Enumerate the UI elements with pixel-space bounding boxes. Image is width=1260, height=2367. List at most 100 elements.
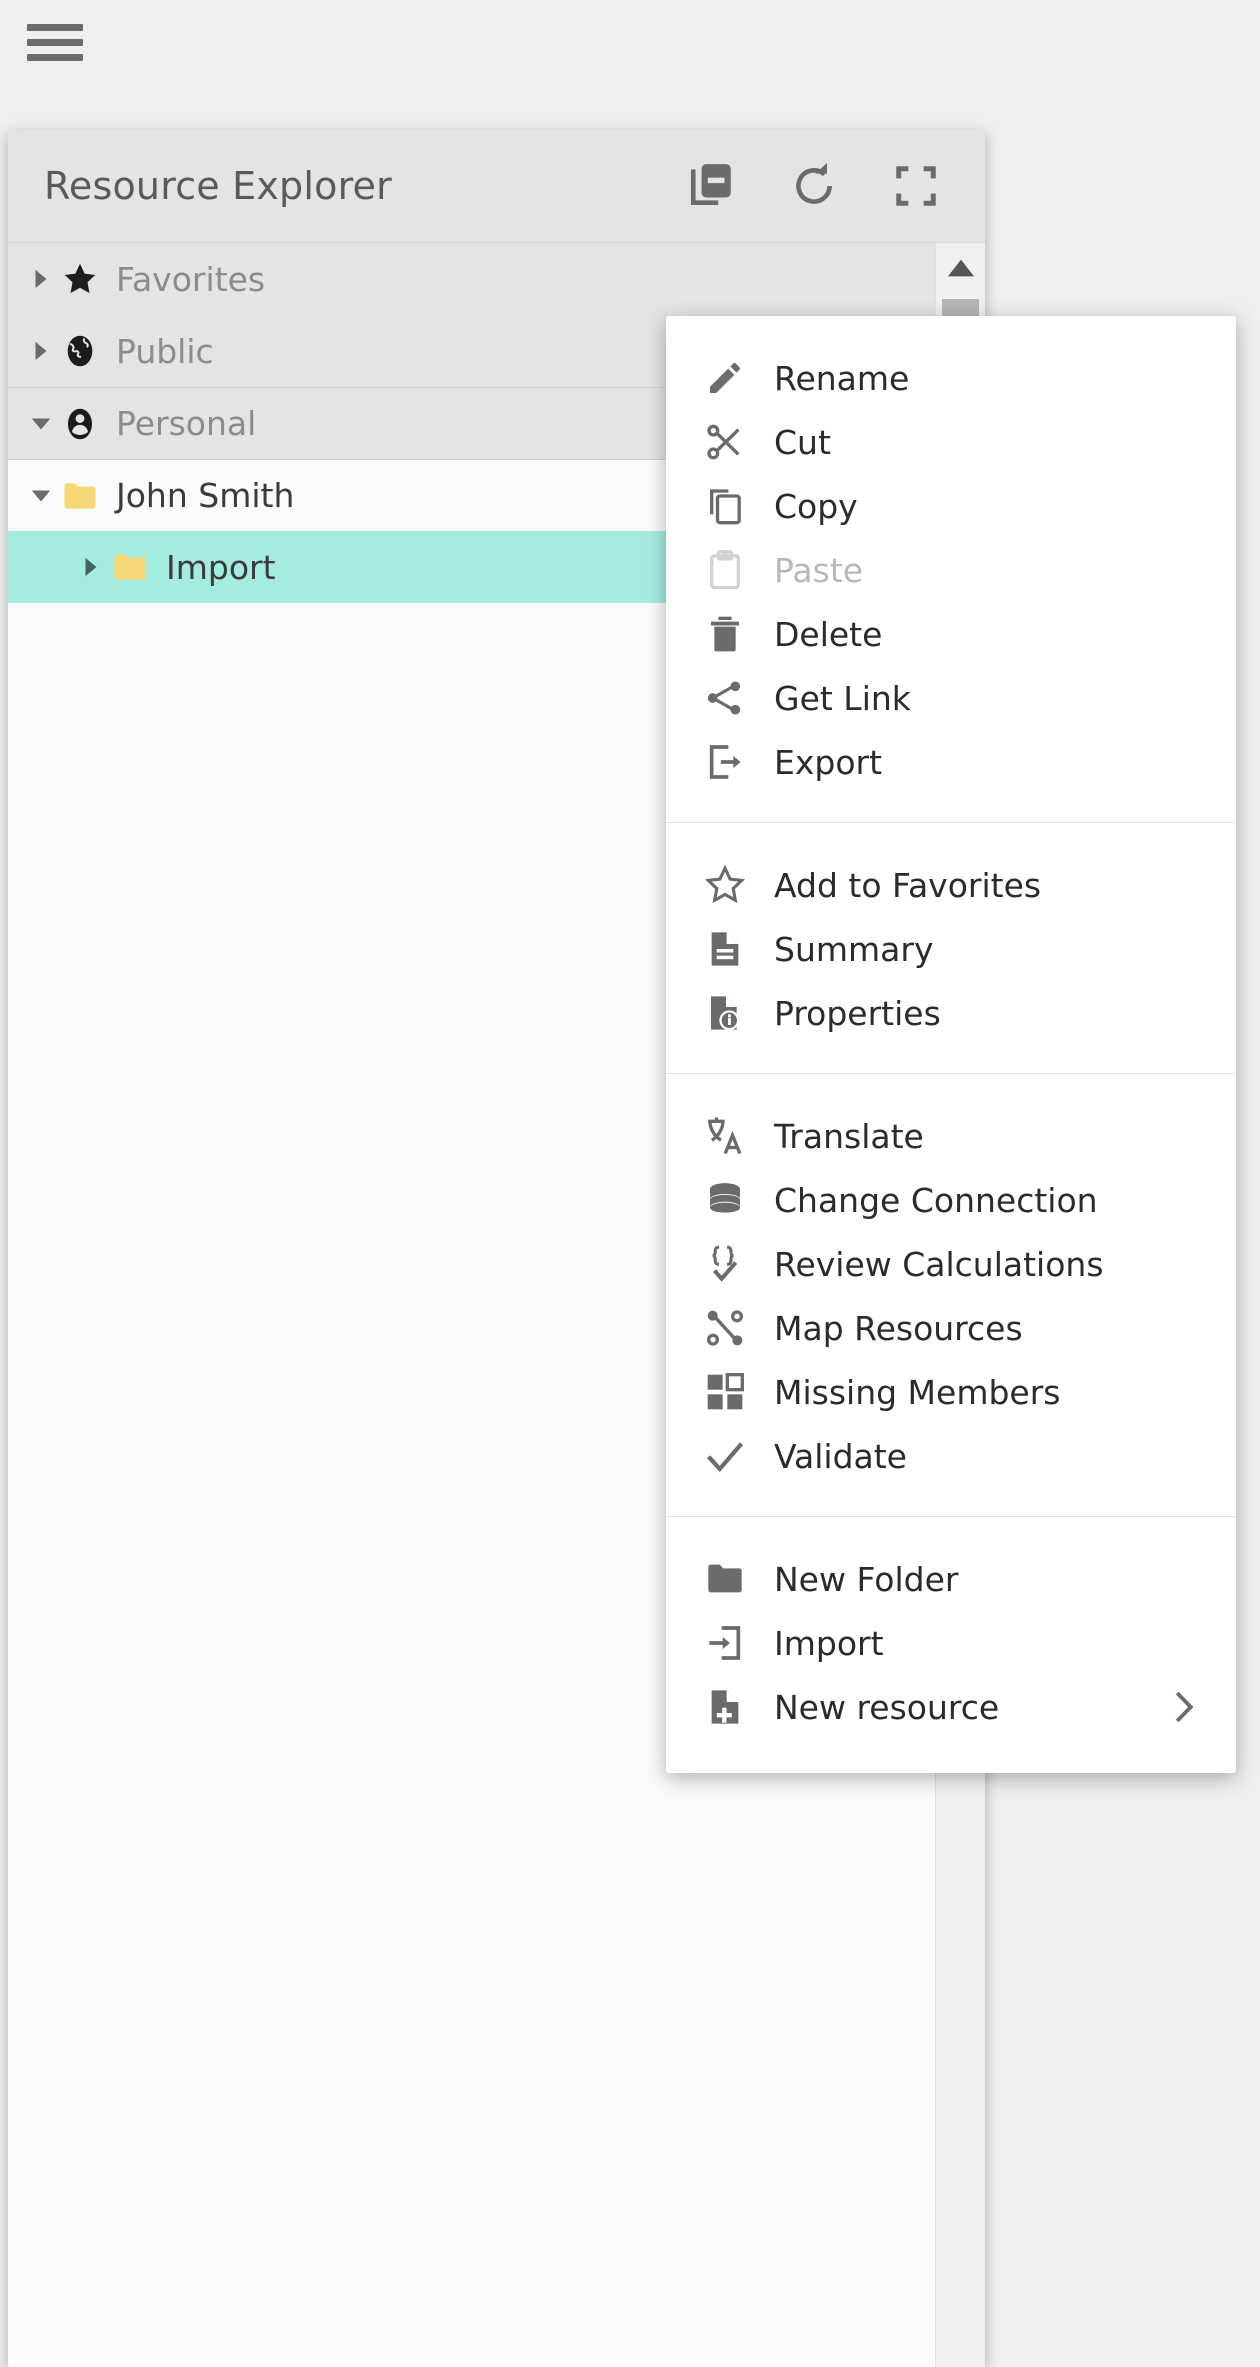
scroll-up-arrow-icon: [947, 259, 974, 277]
export-icon: [702, 739, 748, 785]
menu-item-missing-members[interactable]: Missing Members: [666, 1360, 1236, 1424]
menu-item-add-to-favorites[interactable]: Add to Favorites: [666, 853, 1236, 917]
menu-item-copy[interactable]: Copy: [666, 474, 1236, 538]
document-plus-icon: [702, 1684, 748, 1730]
menu-item-label: Validate: [774, 1436, 907, 1476]
braces-check-icon: [702, 1241, 748, 1287]
chevron-right-icon: [35, 341, 47, 361]
menu-item-label: Export: [774, 742, 883, 782]
menu-item-import[interactable]: Import: [666, 1611, 1236, 1675]
context-menu-section: Add to Favorites Summary Properties: [666, 853, 1236, 1045]
menu-separator: [666, 822, 1236, 823]
context-menu-section: Translate Change Connection Review Calcu…: [666, 1104, 1236, 1488]
menu-item-properties[interactable]: Properties: [666, 981, 1236, 1045]
menu-item-label: Properties: [774, 993, 941, 1033]
collapse-all-button[interactable]: [685, 159, 739, 213]
menu-item-label: Review Calculations: [774, 1244, 1104, 1284]
checkmark-icon: [702, 1433, 748, 1479]
app-menu-button[interactable]: [27, 24, 83, 64]
menu-item-label: Get Link: [774, 678, 911, 718]
chevron-right-icon: [1172, 1690, 1196, 1724]
star-icon: [58, 257, 102, 301]
menu-item-label: Change Connection: [774, 1180, 1098, 1220]
document-info-icon: [702, 990, 748, 1036]
menu-item-summary[interactable]: Summary: [666, 917, 1236, 981]
tree-item-label: Public: [116, 331, 214, 371]
translate-icon: [702, 1113, 748, 1159]
grid-squares-icon: [702, 1369, 748, 1415]
expand-twisty-collapsed[interactable]: [24, 334, 58, 368]
context-menu: Rename Cut Copy Paste Delete Get Link Ex…: [666, 316, 1236, 1773]
chevron-down-icon: [31, 418, 51, 429]
menu-item-export[interactable]: Export: [666, 730, 1236, 794]
menu-item-label: Delete: [774, 614, 883, 654]
scroll-up-button[interactable]: [936, 243, 985, 293]
menu-item-review-calculations[interactable]: Review Calculations: [666, 1232, 1236, 1296]
folder-icon: [58, 474, 102, 518]
expand-twisty-collapsed[interactable]: [74, 550, 108, 584]
menu-item-label: Summary: [774, 929, 934, 969]
globe-icon: [58, 329, 102, 373]
collapse-all-icon: [690, 164, 731, 205]
menu-item-new-folder[interactable]: New Folder: [666, 1547, 1236, 1611]
refresh-button[interactable]: [787, 159, 841, 213]
tree-item-label: John Smith: [116, 476, 295, 515]
tree-item-label: Personal: [116, 404, 257, 443]
tree-item-label: Favorites: [116, 259, 266, 299]
clipboard-icon: [702, 547, 748, 593]
scissors-icon: [702, 419, 748, 465]
menu-item-label: Import: [774, 1623, 884, 1663]
share-icon: [702, 675, 748, 721]
header-actions: [685, 130, 943, 242]
menu-item-translate[interactable]: Translate: [666, 1104, 1236, 1168]
menu-item-map-resources[interactable]: Map Resources: [666, 1296, 1236, 1360]
page-title: Resource Explorer: [44, 164, 392, 208]
graph-nodes-icon: [702, 1305, 748, 1351]
menu-item-rename[interactable]: Rename: [666, 346, 1236, 410]
menu-separator: [666, 1516, 1236, 1517]
tree-item-label: Import: [166, 547, 276, 587]
menu-item-label: New resource: [774, 1687, 1000, 1727]
document-icon: [702, 926, 748, 972]
hamburger-icon-bar: [27, 24, 83, 31]
menu-item-label: Rename: [774, 358, 910, 398]
panel-header: Resource Explorer: [8, 130, 985, 243]
menu-item-label: Missing Members: [774, 1372, 1061, 1412]
menu-separator: [666, 1073, 1236, 1074]
database-icon: [702, 1177, 748, 1223]
context-menu-section: New Folder Import New resource: [666, 1547, 1236, 1739]
tree-item-favorites[interactable]: Favorites: [8, 243, 985, 315]
menu-item-paste[interactable]: Paste: [666, 538, 1236, 602]
menu-item-label: Copy: [774, 486, 858, 526]
person-icon: [58, 402, 102, 446]
chevron-right-icon: [35, 269, 47, 289]
menu-item-cut[interactable]: Cut: [666, 410, 1236, 474]
menu-item-delete[interactable]: Delete: [666, 602, 1236, 666]
expand-twisty-expanded[interactable]: [24, 479, 58, 513]
menu-item-label: Map Resources: [774, 1308, 1023, 1348]
menu-item-label: Cut: [774, 422, 831, 462]
menu-item-label: Paste: [774, 550, 864, 590]
folder-icon: [108, 545, 152, 589]
menu-item-label: Add to Favorites: [774, 865, 1042, 905]
pencil-icon: [702, 355, 748, 401]
chevron-right-icon: [85, 557, 97, 577]
chevron-down-icon: [31, 490, 51, 501]
context-menu-section: Rename Cut Copy Paste Delete Get Link Ex…: [666, 346, 1236, 794]
menu-item-new-resource[interactable]: New resource: [666, 1675, 1236, 1739]
menu-item-validate[interactable]: Validate: [666, 1424, 1236, 1488]
expand-twisty-expanded[interactable]: [24, 407, 58, 441]
menu-item-label: Translate: [774, 1116, 924, 1156]
menu-item-label: New Folder: [774, 1559, 959, 1599]
expand-twisty-collapsed[interactable]: [24, 262, 58, 296]
import-icon: [702, 1620, 748, 1666]
hamburger-icon-bar: [27, 54, 83, 61]
fullscreen-icon: [896, 166, 936, 206]
copy-icon: [702, 483, 748, 529]
menu-item-get-link[interactable]: Get Link: [666, 666, 1236, 730]
menu-item-change-connection[interactable]: Change Connection: [666, 1168, 1236, 1232]
folder-solid-icon: [702, 1556, 748, 1602]
fullscreen-button[interactable]: [889, 159, 943, 213]
refresh-icon: [796, 162, 832, 204]
hamburger-icon-bar: [27, 39, 83, 46]
